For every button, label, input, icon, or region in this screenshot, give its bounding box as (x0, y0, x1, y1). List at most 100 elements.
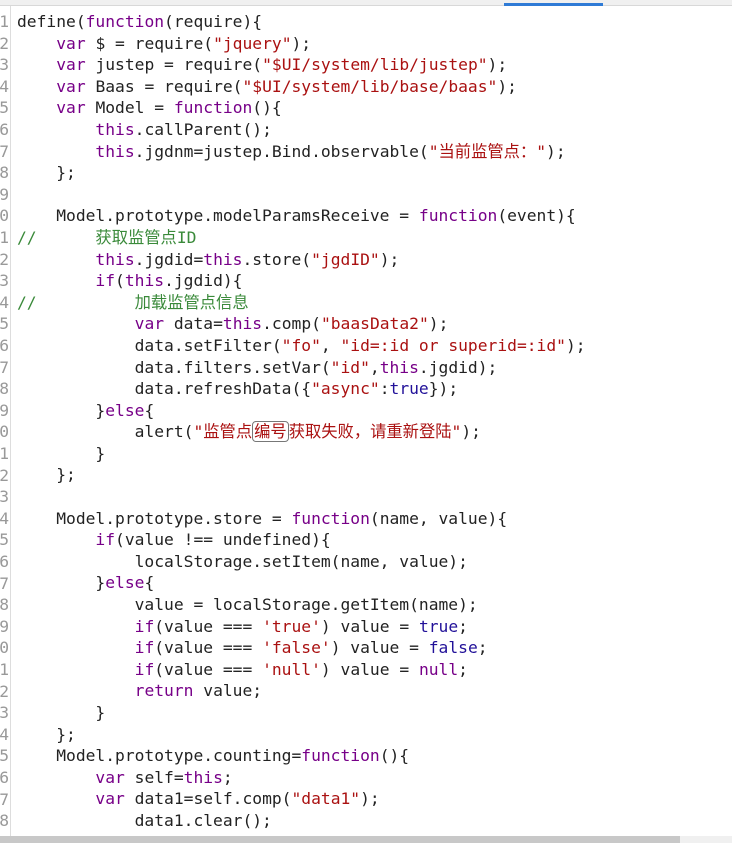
code-line[interactable]: this.jgdnm=justep.Bind.observable("当前监管点… (17, 141, 732, 163)
code-line[interactable]: define(function(require){ (17, 11, 732, 33)
line-number: 1 (0, 12, 9, 31)
code-line[interactable]: data.refreshData({"async":true}); (17, 378, 732, 400)
line-number: 32 (0, 681, 9, 701)
line-number: 26 (0, 552, 9, 571)
code-token: ); (428, 314, 449, 334)
string-token: "$UI/system/lib/justep" (262, 55, 488, 75)
code-line[interactable]: localStorage.setItem(name, value); (17, 551, 732, 573)
code-token: } (17, 443, 106, 463)
code-line[interactable]: Model.prototype.store = function(name, v… (17, 508, 732, 530)
code-line[interactable]: var justep = require("$UI/system/lib/jus… (17, 54, 732, 76)
code-token: ); (497, 76, 517, 96)
code-line[interactable]: if(value !== undefined){ (17, 529, 732, 551)
keyword-token: var (95, 767, 125, 787)
code-line[interactable]: data1.clear(); (17, 810, 732, 832)
line-number: 15 (0, 314, 9, 334)
line-number: 9 (0, 184, 9, 204)
keyword-token: if (95, 271, 116, 291)
code-line[interactable]: if(value === 'null') value = null; (17, 659, 732, 681)
keyword-token: var (56, 98, 86, 118)
code-line[interactable]: var Model = function(){ (17, 97, 732, 119)
code-line[interactable]: this.callParent(); (17, 119, 732, 141)
line-number: 22 (0, 465, 9, 485)
code-token: }); (428, 379, 459, 399)
string-token: "监管点 (193, 422, 253, 442)
highlighted-token: 编号 (252, 421, 289, 443)
line-number: 14 (0, 292, 9, 312)
code-token: define( (17, 12, 86, 31)
code-line[interactable]: var self=this; (17, 767, 732, 789)
string-token: 'false' (262, 638, 331, 658)
string-token: "当前监管点：" (428, 141, 547, 161)
comment-token: // 加载监管点信息 (17, 292, 249, 312)
code-token: Model.prototype.store = (17, 508, 292, 528)
keyword-token: var (134, 314, 165, 334)
code-line[interactable]: this.jgdid=this.store("jgdID"); (17, 249, 732, 271)
code-token: ); (291, 33, 312, 53)
code-line[interactable]: }else{ (17, 572, 732, 594)
code-line[interactable]: } (17, 702, 732, 724)
keyword-token: var (56, 33, 86, 53)
line-number-gutter: 1234567891011121314151617181920212223242… (0, 6, 11, 836)
line-number: 8 (0, 163, 9, 183)
code-token: justep = require( (85, 55, 263, 75)
code-line[interactable]: }; (17, 464, 732, 486)
code-line[interactable]: var data=this.comp("baasData2"); (17, 313, 732, 335)
code-line[interactable]: alert("监管点 编号 获取失败，请重新登陆"); (17, 421, 732, 443)
keyword-token: this (95, 249, 135, 269)
active-tab-indicator[interactable] (504, 3, 603, 6)
code-line[interactable]: if(value === 'false') value = false; (17, 637, 732, 659)
code-line[interactable]: Model.prototype.counting=function(){ (17, 745, 732, 767)
code-line[interactable]: return value; (17, 680, 732, 702)
line-number: 17 (0, 357, 9, 377)
code-line[interactable]: // 加载监管点信息 (17, 292, 732, 314)
code-token: , (369, 357, 380, 377)
code-token: ); (487, 55, 508, 75)
code-token: (event){ (497, 206, 576, 226)
code-line[interactable]: } (17, 443, 732, 465)
line-number: 21 (0, 444, 9, 463)
code-token: ; (458, 616, 468, 636)
line-number: 18 (0, 379, 9, 399)
line-number: 34 (0, 724, 9, 744)
line-number: 12 (0, 249, 9, 269)
code-line[interactable]: ​ (17, 486, 732, 508)
code-token: ) value = (320, 659, 419, 679)
line-number: 11 (0, 228, 9, 247)
code-line[interactable]: if(value === 'true') value = true; (17, 616, 732, 638)
code-token: .store( (242, 249, 312, 269)
scrollbar-thumb[interactable] (0, 836, 680, 843)
code-token: data.filters.setVar( (17, 357, 331, 377)
code-token: Model.prototype.modelParamsReceive = (17, 206, 419, 226)
code-line[interactable]: if(this.jgdid){ (17, 270, 732, 292)
code-line[interactable]: data.setFilter("fo", "id=:id or superid=… (17, 335, 732, 357)
line-number: 16 (0, 336, 9, 355)
code-line[interactable]: }; (17, 724, 732, 746)
code-line[interactable]: }else{ (17, 400, 732, 422)
code-token: data1.clear(); (17, 810, 272, 830)
code-token: data.setFilter( (17, 335, 282, 355)
code-line[interactable]: var $ = require("jquery"); (17, 33, 732, 55)
code-line[interactable]: var data1=self.comp("data1"); (17, 788, 732, 810)
code-token: .jgdnm=justep.Bind.observable( (134, 141, 429, 161)
code-token: data= (164, 314, 223, 334)
code-line[interactable]: var Baas = require("$UI/system/lib/base/… (17, 76, 732, 98)
keyword-token: else (105, 573, 145, 593)
code-token: ; (222, 767, 233, 787)
code-line[interactable]: ​ (17, 184, 732, 206)
code-token: (value === (154, 638, 263, 658)
keyword-token: this (183, 767, 223, 787)
code-line[interactable]: // 获取监管点ID (17, 227, 732, 249)
horizontal-scrollbar[interactable] (0, 836, 732, 843)
code-line[interactable]: Model.prototype.modelParamsReceive = fun… (17, 205, 732, 227)
code-line[interactable]: value = localStorage.getItem(name); (17, 594, 732, 616)
atom-token: false (428, 638, 478, 658)
code-line[interactable]: data.filters.setVar("id",this.jgdid); (17, 357, 732, 379)
string-token: "fo" (281, 335, 321, 355)
line-number: 23 (0, 487, 9, 507)
code-editor[interactable]: define(function(require){ var $ = requir… (17, 11, 732, 832)
code-line[interactable]: }; (17, 162, 732, 184)
